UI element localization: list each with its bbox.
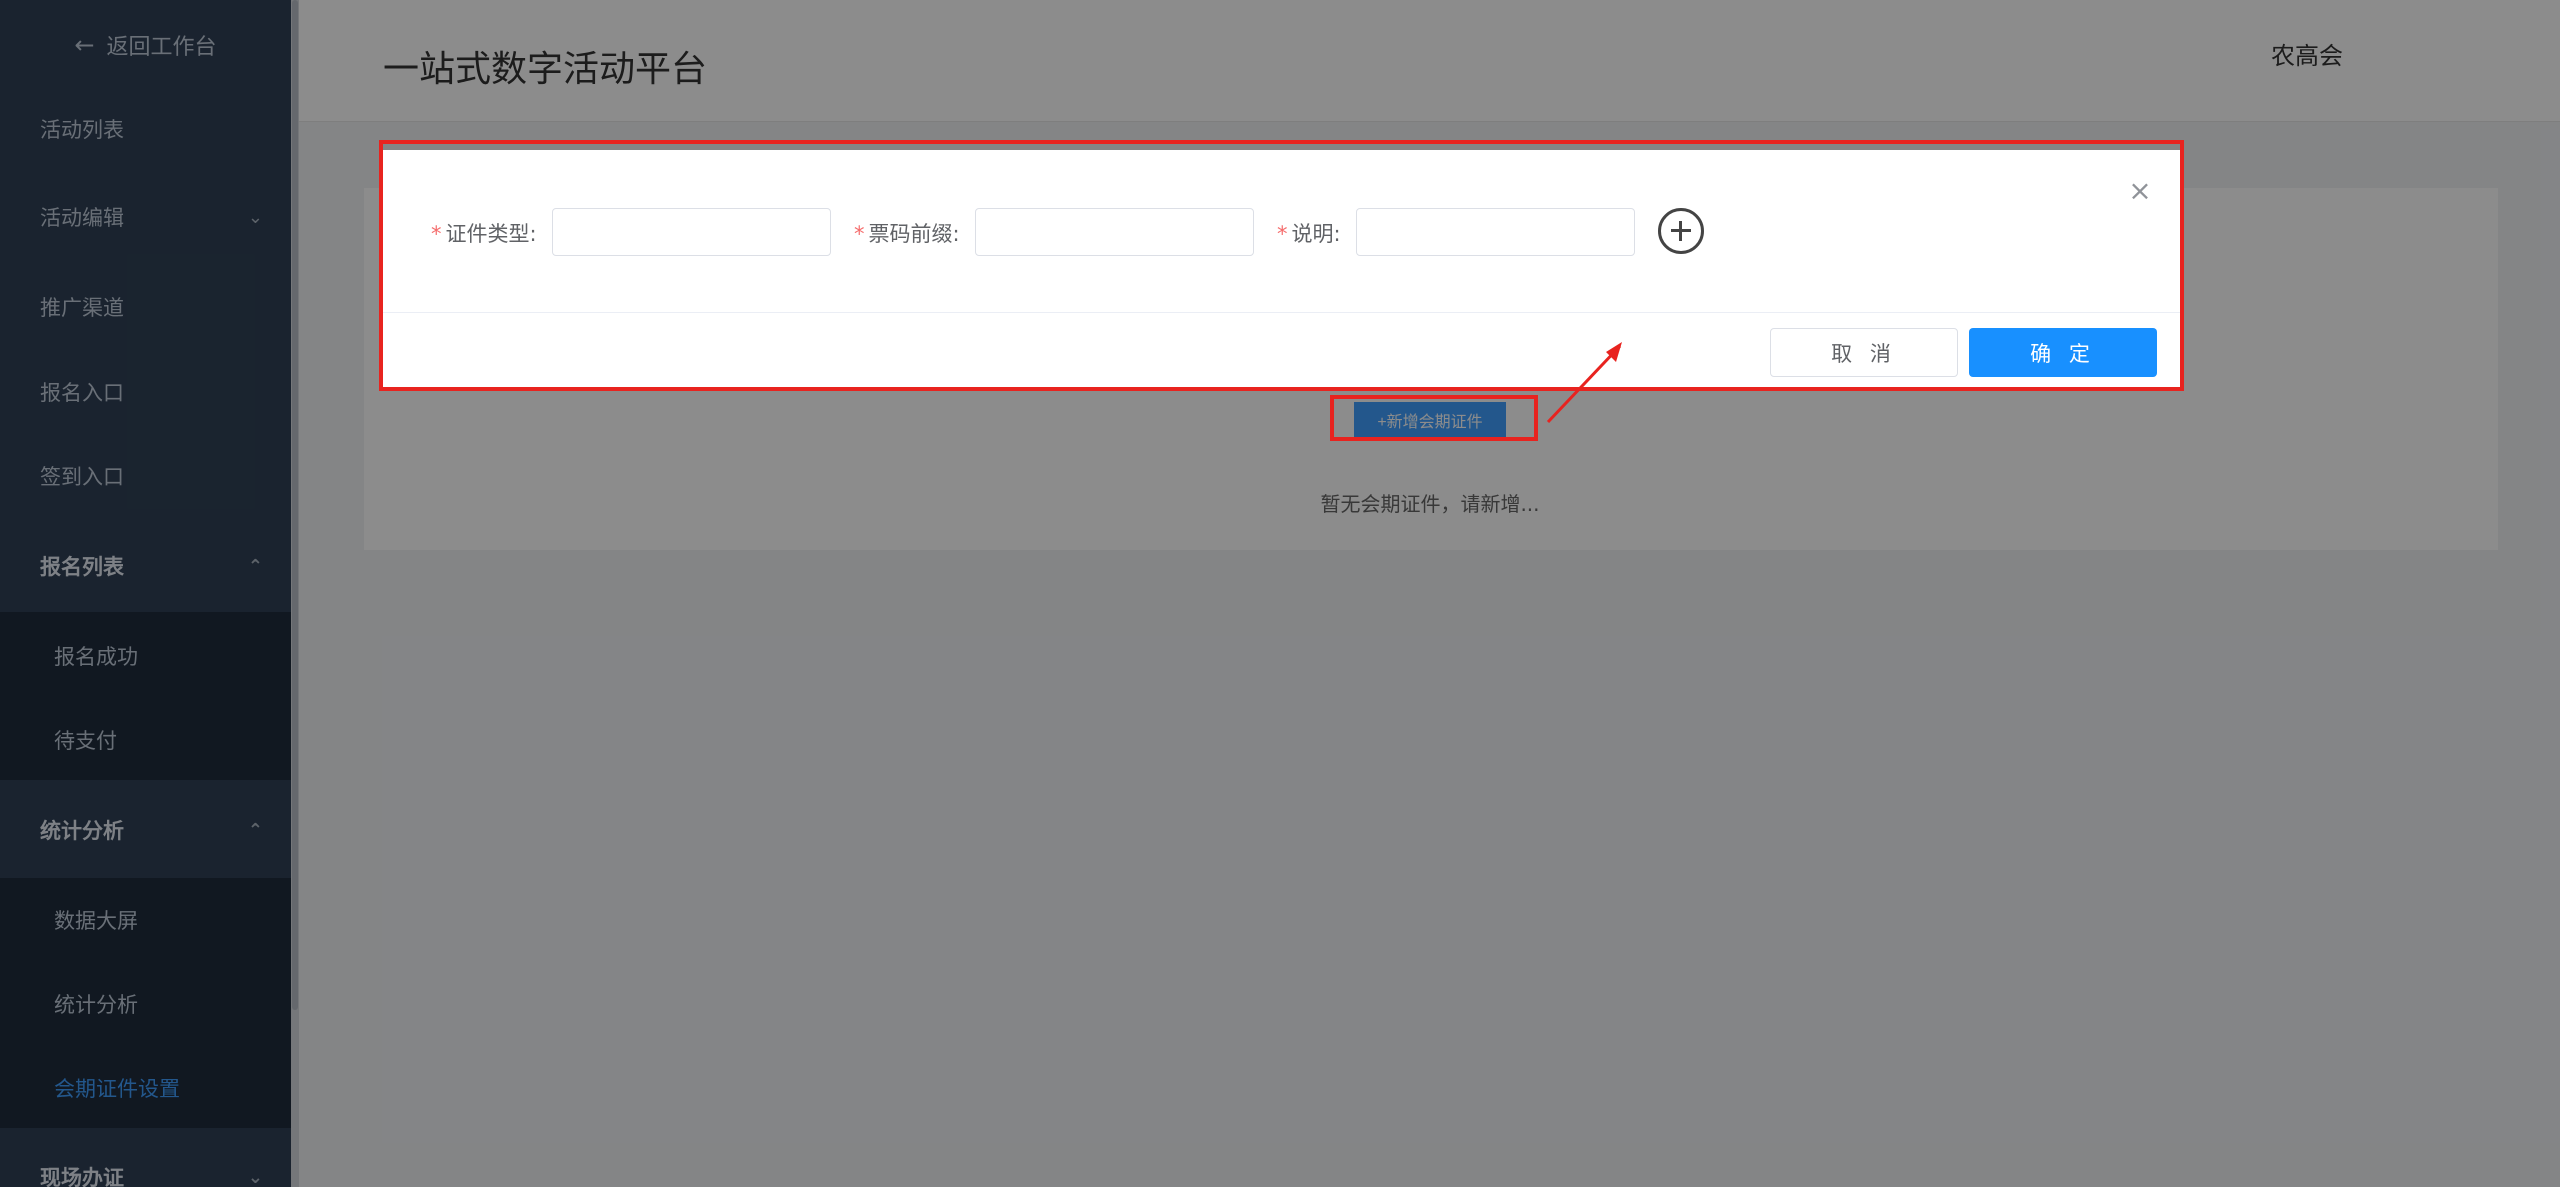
- annotation-arrow-icon: [1546, 342, 1622, 424]
- annotation-box-dialog: [379, 140, 2184, 391]
- annotation-box-add-button: [1330, 395, 1538, 441]
